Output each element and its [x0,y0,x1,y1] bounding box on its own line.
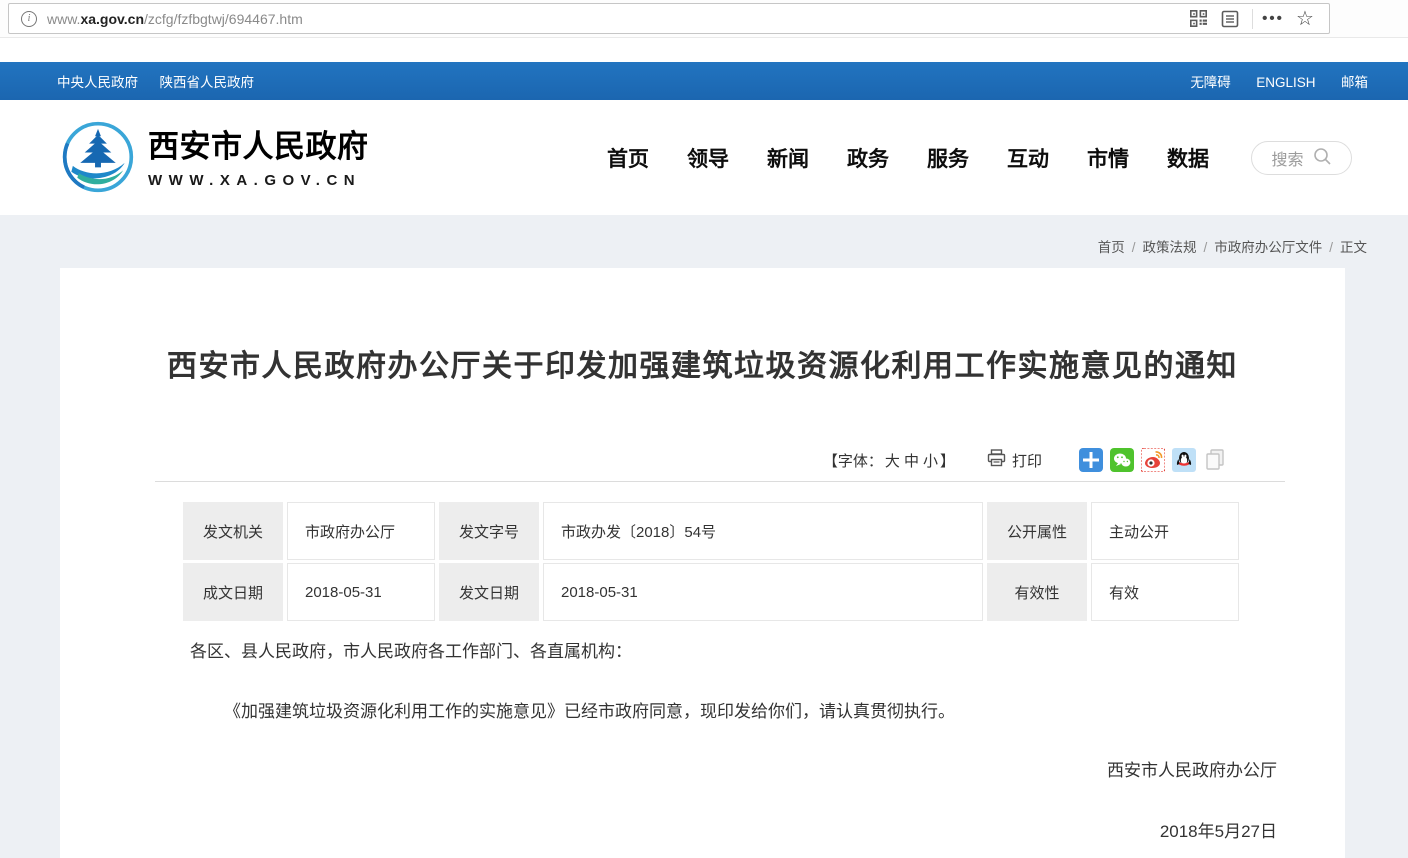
breadcrumb-current: 正文 [1340,240,1367,255]
font-size-control: 【字体：大中小】 [823,450,955,471]
address-bar-divider [1252,9,1253,29]
document-meta-table: 发文机关 市政府办公厅 发文字号 市政办发〔2018〕54号 公开属性 主动公开… [183,502,1239,621]
main-nav: 首页 领导 新闻 政务 服务 互动 市情 数据 [607,100,1247,215]
government-link-bar: 中央人民政府 陕西省人民政府 无障碍 ENGLISH 邮箱 [0,62,1408,100]
meta-label-issue-date: 发文日期 [439,563,539,621]
meta-label-publicity: 公开属性 [987,502,1087,560]
article-paragraph: 各区、县人民政府，市人民政府各工作部门、各直属机构： [190,640,1220,664]
nav-home[interactable]: 首页 [607,143,649,173]
breadcrumb-home[interactable]: 首页 [1098,240,1125,255]
site-header: 西安市人民政府 WWW.XA.GOV.CN 首页 领导 新闻 政务 服务 互动 … [0,100,1408,215]
nav-city-info[interactable]: 市情 [1087,143,1129,173]
link-shaanxi-government[interactable]: 陕西省人民政府 [159,75,254,90]
printer-icon [987,449,1006,472]
meta-label-validity: 有效性 [987,563,1087,621]
font-size-medium[interactable]: 中 [904,453,919,470]
qq-icon[interactable] [1172,448,1196,472]
gov-links-right: 无障碍 ENGLISH 邮箱 [1169,71,1368,92]
signature-date: 2018年5月27日 [1107,817,1277,842]
breadcrumb-separator: / [1196,240,1214,255]
site-info-icon[interactable]: i [21,11,37,27]
breadcrumb: 首页/政策法规/市政府办公厅文件/正文 [1098,236,1367,256]
article-paragraph: 《加强建筑垃圾资源化利用工作的实施意见》已经市政府同意，现印发给你们，请认真贯彻… [190,700,1220,724]
article-toolbar: 【字体：大中小】 打印 [823,448,1227,472]
meta-value-document-number: 市政办发〔2018〕54号 [543,502,983,560]
breadcrumb-separator: / [1125,240,1143,255]
article-title: 西安市人民政府办公厅关于印发加强建筑垃圾资源化利用工作实施意见的通知 [60,268,1345,386]
print-button[interactable]: 打印 [987,449,1042,472]
nav-affairs[interactable]: 政务 [847,143,889,173]
weibo-icon[interactable] [1141,448,1165,472]
nav-services[interactable]: 服务 [927,143,969,173]
breadcrumb-separator: / [1322,240,1340,255]
nav-leadership[interactable]: 领导 [687,143,729,173]
site-logo[interactable] [61,120,135,194]
font-size-large[interactable]: 大 [885,453,900,470]
article-body: 各区、县人民政府，市人民政府各工作部门、各直属机构： 《加强建筑垃圾资源化利用工… [190,640,1220,724]
signature-agency: 西安市人民政府办公厅 [1107,756,1277,781]
meta-value-written-date: 2018-05-31 [287,563,435,621]
url-prefix: www. [47,11,80,27]
nav-news[interactable]: 新闻 [767,143,809,173]
meta-label-document-number: 发文字号 [439,502,539,560]
nav-interaction[interactable]: 互动 [1007,143,1049,173]
site-brand[interactable]: 西安市人民政府 WWW.XA.GOV.CN [148,129,369,189]
browser-chrome: i www.xa.gov.cn/zcfg/fzfbgtwj/694467.htm… [0,0,1408,38]
nav-data[interactable]: 数据 [1167,143,1209,173]
site-domain: WWW.XA.GOV.CN [148,172,369,189]
link-central-government[interactable]: 中央人民政府 [57,75,138,90]
breadcrumb-office-documents[interactable]: 市政府办公厅文件 [1214,240,1322,255]
font-size-small[interactable]: 小 [923,453,938,470]
link-accessibility[interactable]: 无障碍 [1190,75,1231,90]
wechat-icon[interactable] [1110,448,1134,472]
share-more-icon[interactable] [1079,448,1103,472]
print-label: 打印 [1012,450,1042,471]
url-text[interactable]: www.xa.gov.cn/zcfg/fzfbgtwj/694467.htm [47,11,303,27]
share-buttons [1072,448,1227,472]
url-path: /zcfg/fzfbgtwj/694467.htm [144,11,303,27]
breadcrumb-policies[interactable]: 政策法规 [1142,240,1196,255]
url-domain: xa.gov.cn [80,11,144,27]
more-actions-icon[interactable]: ••• [1261,7,1285,31]
font-size-suffix: 】 [940,453,955,470]
search-button[interactable]: 搜索 [1251,141,1352,175]
meta-value-issue-date: 2018-05-31 [543,563,983,621]
reading-mode-icon[interactable] [1218,7,1242,31]
meta-label-issuing-agency: 发文机关 [183,502,283,560]
meta-value-validity: 有效 [1091,563,1239,621]
bookmark-star-icon[interactable]: ☆ [1293,7,1317,31]
address-bar-actions: ••• ☆ [1178,7,1317,31]
font-size-prefix: 【字体： [823,453,883,470]
search-icon [1312,146,1332,171]
link-mailbox[interactable]: 邮箱 [1341,75,1368,90]
meta-value-issuing-agency: 市政府办公厅 [287,502,435,560]
article-signature-block: 西安市人民政府办公厅 2018年5月27日 [1107,756,1277,842]
page-body: 首页/政策法规/市政府办公厅文件/正文 西安市人民政府办公厅关于印发加强建筑垃圾… [0,215,1408,858]
toolbar-divider [155,481,1285,482]
address-bar[interactable]: i www.xa.gov.cn/zcfg/fzfbgtwj/694467.htm… [8,3,1330,34]
gov-links-left: 中央人民政府 陕西省人民政府 [57,71,271,92]
meta-label-written-date: 成文日期 [183,563,283,621]
copy-icon[interactable] [1203,448,1227,472]
link-english[interactable]: ENGLISH [1256,75,1315,90]
search-label: 搜索 [1271,146,1303,170]
article-card: 西安市人民政府办公厅关于印发加强建筑垃圾资源化利用工作实施意见的通知 【字体：大… [60,268,1345,858]
meta-value-publicity: 主动公开 [1091,502,1239,560]
site-name: 西安市人民政府 [148,129,369,165]
qr-code-icon[interactable] [1186,7,1210,31]
